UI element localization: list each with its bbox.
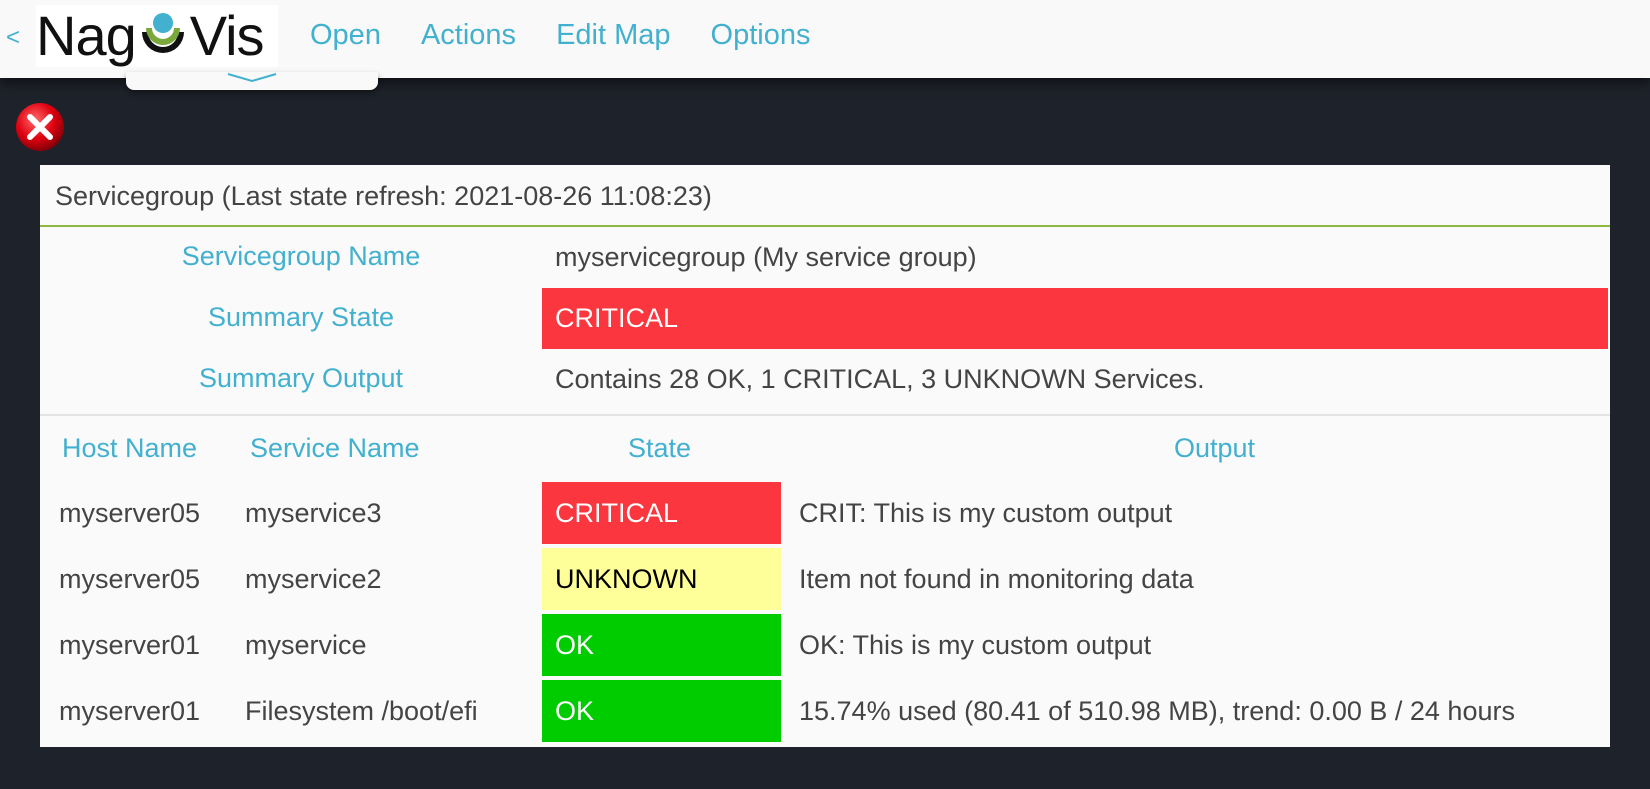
header-toggle-handle[interactable] — [126, 72, 378, 90]
table-header: Host Name Service Name State Output — [40, 416, 1610, 482]
col-state: State — [628, 433, 692, 463]
table-row[interactable]: myserver01 myservice OK OK: This is my c… — [40, 614, 1610, 680]
service-name: Filesystem /boot/efi — [245, 696, 478, 726]
nagvis-eye-icon — [141, 13, 184, 53]
service-output: CRIT: This is my custom output — [799, 498, 1173, 528]
nagvis-logo[interactable]: Nag Vis — [36, 5, 278, 67]
host-name: myserver01 — [59, 696, 201, 726]
logo-text-left: Nag — [36, 4, 137, 67]
state-badge: OK — [542, 680, 781, 742]
host-name: myserver05 — [59, 498, 201, 528]
summary-label: Summary State — [207, 302, 395, 332]
critical-error-icon[interactable] — [14, 101, 66, 153]
panel-title: Servicegroup (Last state refresh: 2021-0… — [40, 165, 1610, 227]
summary-state-badge: CRITICAL — [542, 288, 1608, 349]
summary-value: Contains 28 OK, 1 CRITICAL, 3 UNKNOWN Se… — [555, 364, 1205, 394]
top-header: < Nag Vis Open Actions Edit Map Options — [0, 0, 1650, 78]
summary-label: Servicegroup Name — [181, 241, 421, 271]
chevron-down-icon — [227, 73, 277, 83]
state-badge: UNKNOWN — [542, 548, 781, 610]
service-name: myservice2 — [245, 564, 382, 594]
servicegroup-panel: Servicegroup (Last state refresh: 2021-0… — [40, 165, 1610, 747]
service-output: OK: This is my custom output — [799, 630, 1152, 660]
summary-label: Summary Output — [198, 363, 404, 393]
service-name: myservice — [245, 630, 367, 660]
table-row[interactable]: myserver05 myservice2 UNKNOWN Item not f… — [40, 548, 1610, 614]
menu-options[interactable]: Options — [711, 19, 811, 52]
service-output: 15.74% used (80.41 of 510.98 MB), trend:… — [799, 696, 1515, 726]
summary-row-output: Summary Output Contains 28 OK, 1 CRITICA… — [40, 349, 1610, 410]
back-link[interactable]: < — [6, 24, 20, 52]
col-output: Output — [1174, 433, 1256, 463]
summary-value: myservicegroup (My service group) — [555, 242, 977, 272]
host-name: myserver05 — [59, 564, 201, 594]
table-row[interactable]: myserver05 myservice3 CRITICAL CRIT: Thi… — [40, 482, 1610, 548]
main-menu: Open Actions Edit Map Options — [310, 19, 810, 52]
summary-row-state: Summary State CRITICAL — [40, 288, 1610, 349]
menu-edit-map[interactable]: Edit Map — [556, 19, 670, 52]
summary-row-name: Servicegroup Name myservicegroup (My ser… — [40, 227, 1610, 288]
host-name: myserver01 — [59, 630, 201, 660]
service-output: Item not found in monitoring data — [799, 564, 1194, 594]
table-row[interactable]: myserver01 Filesystem /boot/efi OK 15.74… — [40, 680, 1610, 746]
service-name: myservice3 — [245, 498, 382, 528]
state-badge: OK — [542, 614, 781, 676]
col-host-name: Host Name — [62, 433, 198, 463]
menu-actions[interactable]: Actions — [421, 19, 516, 52]
logo-text-right: Vis — [189, 4, 265, 67]
col-service-name: Service Name — [250, 433, 420, 463]
menu-open[interactable]: Open — [310, 19, 381, 52]
state-badge: CRITICAL — [542, 482, 781, 544]
